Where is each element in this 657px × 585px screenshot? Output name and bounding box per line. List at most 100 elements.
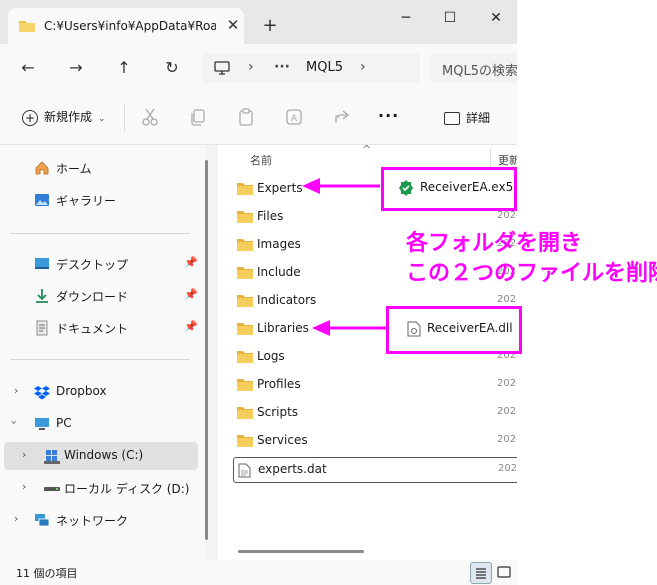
chevron-right-icon[interactable]: › [14, 512, 18, 525]
chevron-right-icon[interactable]: › [22, 480, 26, 493]
folder-icon [237, 378, 253, 394]
sidebar-item-documents[interactable]: ドキュメント 📌 [0, 314, 198, 342]
details-pane-icon [444, 112, 460, 125]
row-date: 2024 [497, 434, 517, 445]
sidebar-item-label: PC [56, 416, 72, 430]
close-tab-button[interactable]: ✕ [222, 14, 244, 36]
file-row[interactable]: experts.dat 2024 [233, 457, 517, 483]
row-name: Logs [257, 349, 285, 363]
chevron-down-icon: ⌄ [98, 114, 106, 124]
sidebar-item-label: ギャラリー [56, 194, 117, 208]
row-name: Indicators [257, 293, 317, 307]
folder-icon [237, 406, 253, 422]
pin-icon: 📌 [184, 320, 198, 333]
folder-row[interactable]: Scripts 2024 [233, 401, 517, 425]
new-button[interactable]: + 新規作成 ⌄ [22, 108, 106, 126]
windows-drive-icon [44, 450, 60, 464]
sidebar-item-label: ドキュメント [56, 322, 129, 336]
chevron-down-icon[interactable]: › [8, 420, 21, 424]
row-date: 2024 [497, 378, 517, 389]
details-label: 詳細 [466, 111, 491, 125]
sidebar-item-label: ホーム [56, 162, 92, 176]
network-icon [35, 514, 50, 527]
row-date: 2024 [498, 463, 517, 474]
search-placeholder: MQL5の検索 [442, 64, 517, 79]
sidebar-item-home[interactable]: ホーム [0, 154, 198, 182]
row-name: Files [257, 209, 284, 223]
sidebar-scrollbar[interactable] [205, 160, 208, 540]
details-view-button[interactable] [470, 562, 492, 584]
sidebar-item-desktop[interactable]: デスクトップ 📌 [0, 250, 198, 278]
tiles-view-icon [497, 566, 511, 578]
tab-title: C:¥Users¥info¥AppData¥Roam [44, 19, 216, 33]
svg-text:A: A [291, 114, 298, 124]
arrow-to-libraries [312, 320, 386, 336]
address-bar[interactable]: › ··· MQL5 › [202, 53, 420, 83]
home-icon [35, 161, 49, 175]
chevron-right-icon[interactable]: › [22, 448, 26, 461]
horizontal-scrollbar[interactable] [238, 550, 364, 553]
tab-current[interactable]: C:¥Users¥info¥AppData¥Roam ✕ [8, 8, 244, 44]
row-name: Include [257, 265, 301, 279]
file-icon [238, 463, 251, 481]
sidebar-item-network[interactable]: › ネットワーク [0, 506, 198, 534]
forward-button[interactable]: → [64, 56, 88, 80]
sidebar-item-local-disk-d[interactable]: › ローカル ディスク (D:) [0, 474, 198, 502]
folder-icon [237, 266, 253, 282]
up-button[interactable]: ↑ [112, 56, 136, 80]
paste-icon[interactable] [236, 107, 256, 127]
cut-icon[interactable] [140, 107, 160, 127]
folder-icon [237, 322, 253, 338]
breadcrumb-current[interactable]: MQL5 [306, 60, 343, 75]
instruction-line: この２つのファイルを削除 [406, 261, 657, 286]
search-input[interactable]: MQL5の検索 [430, 53, 517, 83]
sidebar-item-label: ネットワーク [56, 514, 129, 528]
status-bar: 11 個の項目 [0, 560, 517, 585]
sidebar-item-dropbox[interactable]: › Dropbox [0, 378, 198, 406]
more-options-button[interactable]: ··· [378, 106, 399, 125]
column-header-date[interactable]: 更新 [498, 152, 517, 168]
toolbar-divider [124, 104, 125, 132]
divider [10, 233, 190, 234]
folder-icon [237, 182, 253, 198]
breadcrumb-overflow-button[interactable]: ··· [274, 59, 290, 75]
column-divider[interactable] [490, 149, 491, 167]
refresh-button[interactable]: ↻ [160, 56, 184, 80]
row-date: 2024 [497, 406, 517, 417]
ea-file-icon [399, 180, 413, 196]
folder-row[interactable]: Profiles 2024 [233, 373, 517, 397]
column-header-name[interactable]: 名前 [250, 152, 272, 168]
sidebar-item-downloads[interactable]: ダウンロード 📌 [0, 282, 198, 310]
back-button[interactable]: ← [16, 56, 40, 80]
divider [10, 359, 190, 360]
new-tab-button[interactable]: + [258, 14, 282, 38]
callout-file-ex5: ReceiverEA.ex5 [381, 167, 517, 211]
pin-icon: 📌 [184, 288, 198, 301]
instruction-text: 各フォルダを開き この２つのファイルを削除 [406, 229, 657, 289]
copy-icon[interactable] [188, 107, 208, 127]
gallery-icon [35, 194, 49, 206]
maximize-button[interactable]: ☐ [432, 6, 468, 30]
share-icon[interactable] [332, 107, 352, 127]
sidebar-item-label: Windows (C:) [64, 448, 144, 462]
folder-row[interactable]: Services 2024 [233, 429, 517, 453]
folder-icon [237, 350, 253, 366]
rename-icon[interactable]: A [284, 107, 304, 127]
title-bar: C:¥Users¥info¥AppData¥Roam ✕ + ─ ☐ ✕ [0, 0, 517, 44]
sidebar-item-gallery[interactable]: ギャラリー [0, 186, 198, 214]
navigation-bar: ← → ↑ ↻ › ··· MQL5 › MQL5の検索 [0, 44, 517, 92]
chevron-right-icon[interactable]: › [14, 384, 18, 397]
minimize-button[interactable]: ─ [388, 6, 424, 30]
sidebar-item-windows-c[interactable]: › Windows (C:) [4, 442, 198, 470]
callout-filename: ReceiverEA.dll [427, 321, 513, 335]
explorer-window: C:¥Users¥info¥AppData¥Roam ✕ + ─ ☐ ✕ ← →… [0, 0, 517, 585]
pin-icon: 📌 [184, 256, 198, 269]
close-window-button[interactable]: ✕ [478, 6, 514, 30]
row-date: 2024 [497, 294, 517, 305]
row-name: Images [257, 237, 301, 251]
sidebar-item-pc[interactable]: › PC [0, 410, 198, 438]
details-pane-button[interactable]: 詳細 [444, 109, 490, 126]
dll-file-icon [407, 321, 421, 337]
breadcrumb-separator[interactable]: › [360, 59, 366, 75]
tiles-view-button[interactable] [494, 562, 514, 582]
